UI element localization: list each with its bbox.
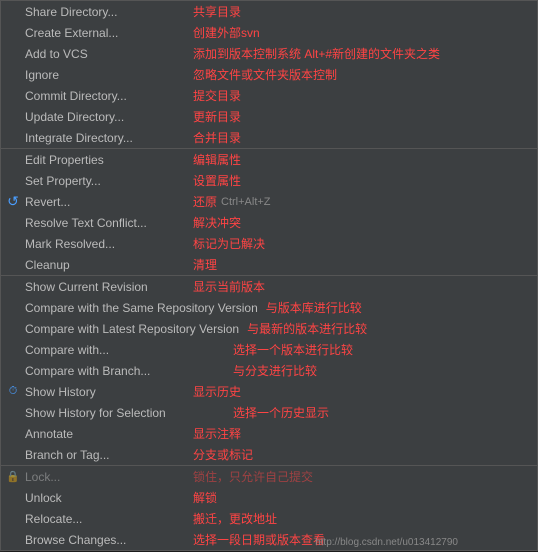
menu-item-annotation-commit-directory: 提交目录 [193,87,241,104]
menu-item-label-compare-with-branch: Compare with Branch... [25,364,225,378]
menu-item-label-compare-same-repo: Compare with the Same Repository Version [25,301,258,315]
menu-item-annotation-lock: 锁住，只允许自己提交 [193,468,313,485]
menu-item-annotate[interactable]: Annotate 显示注释 [1,423,537,444]
menu-item-label-show-history-selection: Show History for Selection [25,406,225,420]
menu-item-show-history[interactable]: ⏱ Show History 显示历史 [1,381,537,402]
menu-item-annotation-compare-latest-repo: 与最新的版本进行比较 [247,320,367,337]
menu-item-label-browse-changes: Browse Changes... [25,533,185,547]
menu-item-label-branch-or-tag: Branch or Tag... [25,448,185,462]
menu-item-label-unlock: Unlock [25,491,185,505]
menu-item-compare-with-branch[interactable]: Compare with Branch... 与分支进行比较 [1,360,537,381]
menu-item-label-update-directory: Update Directory... [25,110,185,124]
menu-item-add-to-vcs[interactable]: Add to VCS 添加到版本控制系统 Alt+#新创建的文件夹之类 [1,43,537,64]
menu-item-annotation-compare-same-repo: 与版本库进行比较 [266,299,362,316]
menu-item-unlock[interactable]: Unlock 解锁 [1,487,537,508]
menu-item-annotation-cleanup: 清理 [193,256,217,273]
menu-item-cleanup[interactable]: Cleanup 清理 [1,254,537,276]
menu-item-annotation-resolve-conflict: 解决冲突 [193,214,241,231]
menu-item-compare-same-repo[interactable]: Compare with the Same Repository Version… [1,297,537,318]
menu-item-annotation-show-history: 显示历史 [193,383,241,400]
menu-item-annotation-create-external: 创建外部svn [193,24,260,41]
menu-item-annotation-update-directory: 更新目录 [193,108,241,125]
watermark: http://blog.csdn.net/u013412790 [315,537,458,548]
menu-item-lock[interactable]: 🔒 Lock... 锁住，只允许自己提交 [1,466,537,487]
menu-item-label-annotate: Annotate [25,427,185,441]
menu-item-branch-or-tag[interactable]: Branch or Tag... 分支或标记 [1,444,537,466]
menu-item-create-external[interactable]: Create External... 创建外部svn [1,22,537,43]
menu-item-share-directory[interactable]: Share Directory... 共享目录 [1,1,537,22]
menu-item-label-compare-with: Compare with... [25,343,225,357]
menu-item-resolve-conflict[interactable]: Resolve Text Conflict... 解决冲突 [1,212,537,233]
menu-item-label-set-property: Set Property... [25,174,185,188]
menu-item-annotation-compare-with: 选择一个版本进行比较 [233,341,353,358]
menu-item-revert[interactable]: ↺ Revert... 还原 Ctrl+Alt+Z [1,191,537,212]
menu-item-label-commit-directory: Commit Directory... [25,89,185,103]
menu-item-label-show-history: Show History [25,385,185,399]
menu-item-label-edit-properties: Edit Properties [25,153,185,167]
menu-item-relocate[interactable]: Relocate... 搬迁，更改地址 [1,508,537,529]
menu-item-label-show-current-revision: Show Current Revision [25,280,185,294]
menu-item-annotation-relocate: 搬迁，更改地址 [193,510,277,527]
menu-item-show-current-revision[interactable]: Show Current Revision 显示当前版本 [1,276,537,297]
menu-item-commit-directory[interactable]: Commit Directory... 提交目录 [1,85,537,106]
menu-item-annotation-show-current-revision: 显示当前版本 [193,278,265,295]
menu-item-update-directory[interactable]: Update Directory... 更新目录 [1,106,537,127]
menu-item-annotation-mark-resolved: 标记为已解决 [193,235,265,252]
menu-item-label-lock: Lock... [25,470,185,484]
menu-item-annotation-ignore: 忽略文件或文件夹版本控制 [193,66,337,83]
menu-item-compare-latest-repo[interactable]: Compare with Latest Repository Version 与… [1,318,537,339]
menu-item-annotation-add-to-vcs: 添加到版本控制系统 Alt+#新创建的文件夹之类 [193,45,440,62]
menu-item-label-relocate: Relocate... [25,512,185,526]
menu-item-annotation-show-history-selection: 选择一个历史显示 [233,404,329,421]
menu-item-annotation-revert: 还原 [193,193,217,210]
menu-item-annotation-compare-with-branch: 与分支进行比较 [233,362,317,379]
menu-item-label-create-external: Create External... [25,26,185,40]
menu-item-label-ignore: Ignore [25,68,185,82]
menu-item-label-add-to-vcs: Add to VCS [25,47,185,61]
menu-item-show-history-selection[interactable]: Show History for Selection 选择一个历史显示 [1,402,537,423]
menu-item-label-mark-resolved: Mark Resolved... [25,237,185,251]
menu-item-label-compare-latest-repo: Compare with Latest Repository Version [25,322,239,336]
revert-icon: ↺ [5,193,21,210]
menu-item-annotation-integrate-directory: 合并目录 [193,129,241,146]
lock-icon: 🔒 [5,470,21,483]
menu-item-compare-with[interactable]: Compare with... 选择一个版本进行比较 [1,339,537,360]
menu-item-edit-properties[interactable]: Edit Properties 编辑属性 [1,149,537,170]
menu-item-annotation-browse-changes: 选择一段日期或版本查看 [193,531,325,548]
menu-item-label-cleanup: Cleanup [25,258,185,272]
context-menu: Share Directory... 共享目录 Create External.… [0,0,538,551]
menu-item-label-revert: Revert... [25,195,185,209]
menu-item-label-integrate-directory: Integrate Directory... [25,131,185,145]
menu-item-set-property[interactable]: Set Property... 设置属性 [1,170,537,191]
menu-item-annotation-edit-properties: 编辑属性 [193,151,241,168]
menu-item-label-share-directory: Share Directory... [25,5,185,19]
menu-item-shortcut-revert: Ctrl+Alt+Z [221,196,271,208]
history-icon: ⏱ [5,385,21,398]
menu-item-annotation-annotate: 显示注释 [193,425,241,442]
menu-item-annotation-set-property: 设置属性 [193,172,241,189]
menu-item-annotation-unlock: 解锁 [193,489,217,506]
menu-item-annotation-branch-or-tag: 分支或标记 [193,446,253,463]
menu-item-label-resolve-conflict: Resolve Text Conflict... [25,216,185,230]
menu-item-mark-resolved[interactable]: Mark Resolved... 标记为已解决 [1,233,537,254]
menu-item-ignore[interactable]: Ignore 忽略文件或文件夹版本控制 [1,64,537,85]
menu-item-annotation-share-directory: 共享目录 [193,3,241,20]
menu-item-integrate-directory[interactable]: Integrate Directory... 合并目录 [1,127,537,149]
